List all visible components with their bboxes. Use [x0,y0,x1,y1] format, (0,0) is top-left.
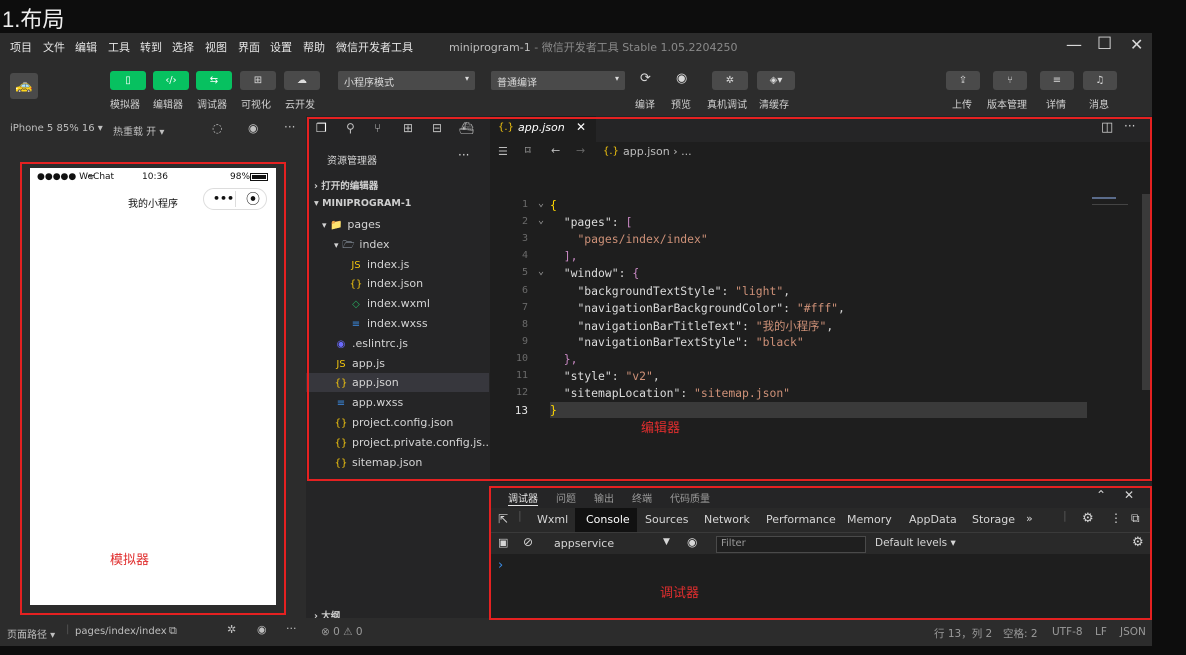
minimize-icon[interactable]: — [1066,35,1082,54]
compile-icon[interactable]: ⟳ [640,71,651,86]
editor-annotation-label: 编辑器 [641,421,681,436]
bug-icon: ✲ [725,75,735,86]
more-icon[interactable]: ··· [286,622,297,635]
menu-item-project[interactable]: 项目 [10,39,32,55]
editor-annotation-box [307,117,1152,481]
debugger-label: 调试器 [197,100,227,111]
menu-item-view[interactable]: 视图 [205,39,227,55]
debugger-toggle-button[interactable]: ⇆ [196,71,232,90]
cloud-dev-label: 云开发 [285,100,315,111]
encoding[interactable]: UTF-8 [1052,626,1083,638]
settings-icon[interactable]: ✲ [227,623,236,636]
page-path: pages/index/index [75,626,167,637]
menu-item-settings[interactable]: 设置 [270,39,292,55]
preview-icon[interactable]: ◉ [676,71,687,86]
more-icon[interactable]: ··· [284,120,295,134]
toolbar: 🚕 ▯ ‹/› ⇆ ⊞ ☁ 模拟器 编辑器 调试器 可视化 云开发 小程序模式 ▾… [0,59,1152,116]
indent-setting[interactable]: 空格: 2 [1003,626,1038,641]
details-button[interactable]: ≡ [1040,71,1074,90]
cursor-position[interactable]: 行 13，列 2 [934,626,992,641]
messages-button[interactable]: ♫ [1083,71,1117,90]
copy-icon[interactable]: ⧉ [169,624,177,638]
problems-status[interactable]: ⊗ 0 ⚠ 0 [321,626,363,638]
debugger-annotation-label: 调试器 [660,586,700,601]
chevron-down-icon: ▾ [614,74,619,83]
window-title: miniprogram-1 - 微信开发者工具 Stable 1.05.2204… [449,41,738,54]
upload-label: 上传 [952,100,972,111]
divider: | [66,624,70,635]
bell-icon: ♫ [1095,75,1105,86]
simulator-annotation-label: 模拟器 [110,553,150,568]
avatar[interactable]: 🚕 [10,73,38,99]
status-bar: ⊗ 0 ⚠ 0 行 13，列 2 空格: 2 UTF-8 LF JSON [306,618,1152,646]
chevron-down-icon: ▾ [464,74,469,83]
hot-reload-select[interactable]: 热重载 开 ▾ [113,123,164,138]
line-ending[interactable]: LF [1095,626,1107,638]
version-label: 版本管理 [987,100,1027,111]
compile-select[interactable]: 普通编译 ▾ [491,71,625,90]
maximize-icon[interactable]: ☐ [1097,34,1112,54]
visual-toggle-button[interactable]: ⊞ [240,71,276,90]
device-select[interactable]: iPhone 5 85% 16 ▾ [10,123,103,134]
messages-label: 消息 [1089,100,1109,111]
menu-item-wechat-devtools[interactable]: 微信开发者工具 [336,39,413,55]
upload-icon: ⇪ [958,75,968,86]
menu-bar: 项目 文件 编辑 工具 转到 选择 视图 界面 设置 帮助 微信开发者工具 mi… [0,33,1152,59]
devtools-window: 项目 文件 编辑 工具 转到 选择 视图 界面 设置 帮助 微信开发者工具 mi… [0,33,1152,646]
branch-icon: ⑂ [1007,75,1013,86]
record-icon[interactable]: ◉ [248,121,258,135]
menu-item-help[interactable]: 帮助 [303,39,325,55]
remote-debug-label: 真机调试 [707,100,747,111]
upload-button[interactable]: ⇪ [946,71,980,90]
simulator-label: 模拟器 [110,100,140,111]
menu-item-select[interactable]: 选择 [172,39,194,55]
version-button[interactable]: ⑂ [993,71,1027,90]
editor-label: 编辑器 [153,100,183,111]
menu-item-file[interactable]: 文件 [43,39,65,55]
clear-cache-button[interactable]: ◈▾ [757,71,795,90]
menu-item-goto[interactable]: 转到 [140,39,162,55]
visual-label: 可视化 [241,100,271,111]
page-heading: 1.布局 [2,7,65,32]
close-icon[interactable]: ✕ [1130,35,1143,54]
debugger-annotation-box [489,486,1152,620]
simulator-toggle-button[interactable]: ▯ [110,71,146,90]
preview-label: 预览 [671,100,691,111]
eye-icon[interactable]: ◉ [257,623,267,636]
details-label: 详情 [1046,100,1066,111]
simulator-annotation-box [20,162,286,615]
remote-debug-button[interactable]: ✲ [712,71,748,90]
menu-lines-icon: ≡ [1052,75,1062,86]
mode-select[interactable]: 小程序模式 ▾ [338,71,475,90]
simulator-footer: 页面路径 ▾ | pages/index/index ⧉ ✲ ◉ ··· [0,618,306,646]
rotate-icon[interactable]: ◌ [212,121,222,135]
cloud-dev-button[interactable]: ☁ [284,71,320,90]
page-path-label[interactable]: 页面路径 ▾ [7,626,55,641]
clear-cache-label: 清缓存 [759,100,789,111]
menu-item-interface[interactable]: 界面 [238,39,260,55]
simulator-bar: iPhone 5 85% 16 ▾ 热重载 开 ▾ ◌ ◉ ··· [0,116,306,142]
editor-toggle-button[interactable]: ‹/› [153,71,189,90]
compile-label: 编译 [635,100,655,111]
layers-icon: ◈▾ [769,75,783,86]
menu-item-edit[interactable]: 编辑 [75,39,97,55]
menu-item-tools[interactable]: 工具 [108,39,130,55]
language-mode[interactable]: JSON [1120,626,1146,638]
